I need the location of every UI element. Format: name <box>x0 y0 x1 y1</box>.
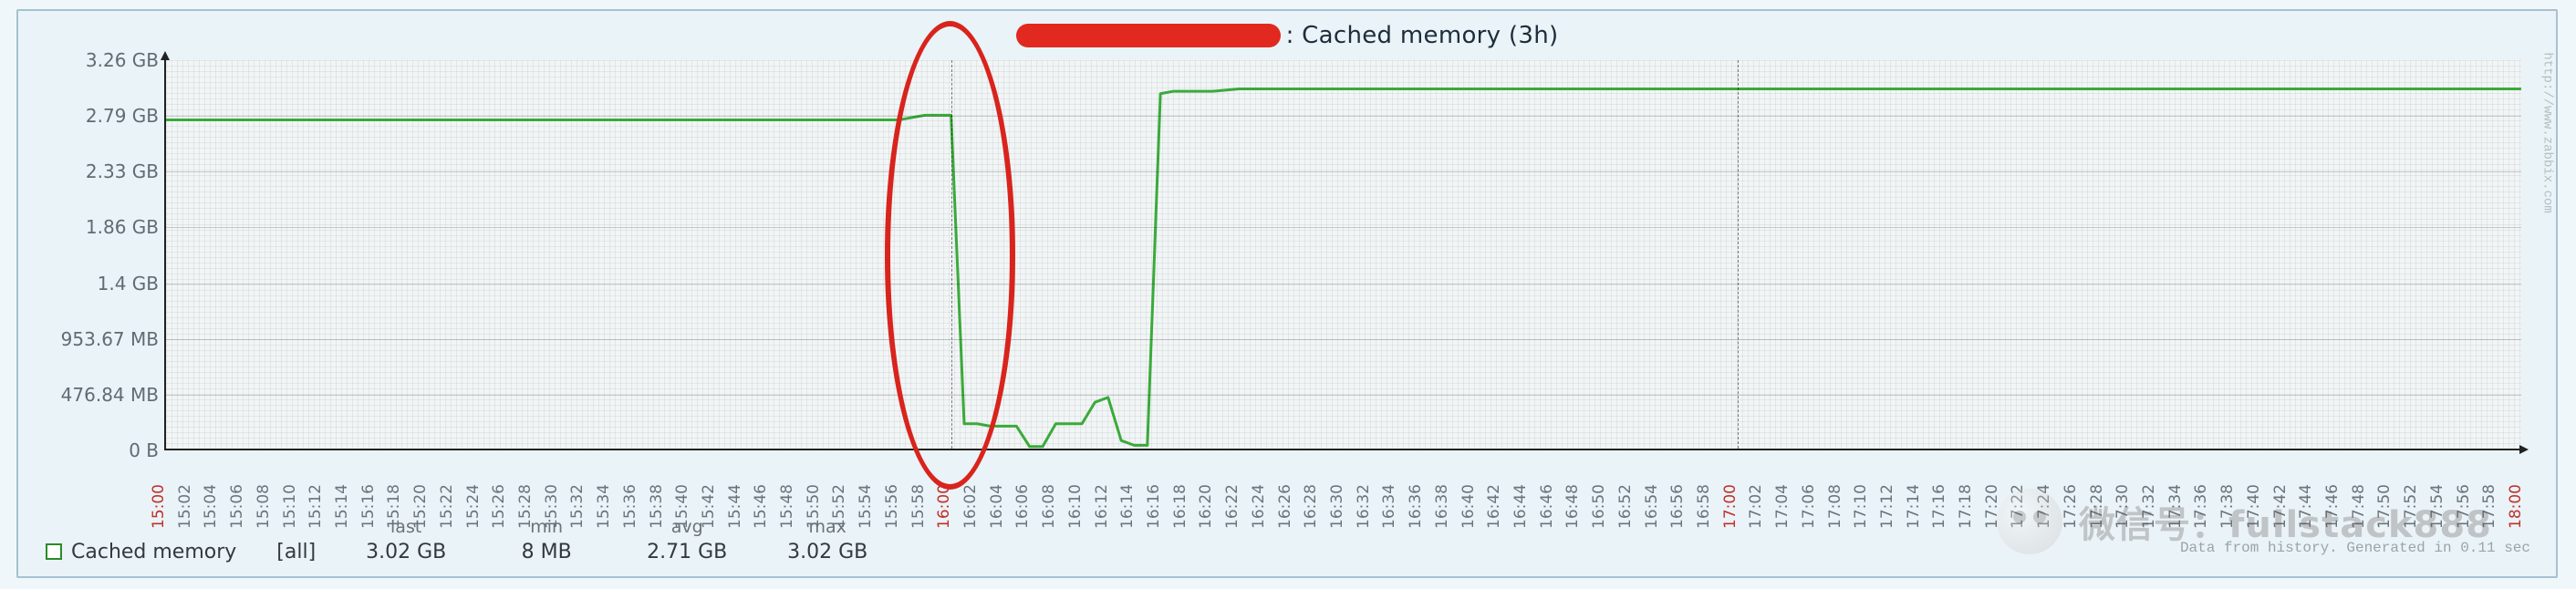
x-tick-label: 17:12 <box>1878 484 1896 529</box>
legend-scope: [all] <box>276 541 316 563</box>
x-tick-label: 18:00 <box>2507 484 2525 529</box>
x-tick-label: 17:58 <box>2480 484 2498 529</box>
y-axis-arrow-icon <box>161 51 170 60</box>
gridline-y <box>166 227 2521 228</box>
x-tick-label: 17:36 <box>2192 484 2210 529</box>
legend: Cached memory [all] last3.02 GB min8 MB … <box>46 517 878 563</box>
plot-area <box>164 60 2521 450</box>
x-tick-label: 16:42 <box>1485 484 1503 529</box>
x-tick-label: 17:04 <box>1773 484 1792 529</box>
gridline-hour <box>951 60 952 449</box>
x-tick-label: 16:24 <box>1250 484 1268 529</box>
x-tick-label: 16:34 <box>1380 484 1398 529</box>
x-tick-label: 16:20 <box>1197 484 1215 529</box>
x-tick-label: 17:40 <box>2245 484 2263 529</box>
x-tick-label: 16:12 <box>1093 484 1111 529</box>
x-tick-label: 16:02 <box>961 484 980 529</box>
x-tick-label: 16:56 <box>1668 484 1687 529</box>
x-tick-label: 16:22 <box>1223 484 1241 529</box>
legend-entry: Cached memory <box>46 541 236 563</box>
x-tick-label: 17:06 <box>1800 484 1818 529</box>
x-tick-label: 16:36 <box>1407 484 1425 529</box>
gridline-y <box>166 116 2521 117</box>
x-tick-label: 16:14 <box>1118 484 1137 529</box>
gridline-hour <box>1738 60 1739 449</box>
x-tick-label: 16:54 <box>1643 484 1661 529</box>
y-tick-label: 3.26 GB <box>31 49 159 71</box>
x-tick-label: 16:28 <box>1302 484 1320 529</box>
x-tick-label: 17:46 <box>2323 484 2342 529</box>
x-tick-label: 15:56 <box>883 484 901 529</box>
x-tick-label: 16:58 <box>1695 484 1713 529</box>
x-tick-label: 17:26 <box>2062 484 2080 529</box>
x-tick-label: 17:52 <box>2402 484 2420 529</box>
y-tick-label: 1.4 GB <box>31 273 159 294</box>
y-tick-label: 0 B <box>31 439 159 461</box>
chart-frame: : Cached memory (3h) 15:0015:0215:0415:0… <box>16 9 2558 578</box>
y-tick-label: 2.79 GB <box>31 105 159 127</box>
x-tick-label: 16:00 <box>935 484 953 529</box>
x-tick-label: 17:18 <box>1957 484 1975 529</box>
x-tick-label: 16:32 <box>1355 484 1373 529</box>
x-tick-label: 17:24 <box>2035 484 2053 529</box>
y-tick-label: 476.84 MB <box>31 384 159 406</box>
x-tick-label: 17:10 <box>1852 484 1870 529</box>
x-tick-label: 17:54 <box>2428 484 2446 529</box>
x-tick-label: 17:42 <box>2271 484 2290 529</box>
x-tick-label: 17:38 <box>2218 484 2237 529</box>
footer-note: Data from history. Generated in 0.11 sec <box>2180 540 2530 556</box>
x-tick-label: 17:56 <box>2455 484 2473 529</box>
x-tick-label: 16:30 <box>1328 484 1346 529</box>
y-tick-label: 1.86 GB <box>31 216 159 238</box>
x-tick-label: 16:50 <box>1590 484 1608 529</box>
redacted-hostname <box>1016 24 1281 47</box>
x-tick-label: 16:40 <box>1459 484 1478 529</box>
x-tick-label: 17:34 <box>2166 484 2185 529</box>
x-tick-label: 17:50 <box>2375 484 2394 529</box>
x-tick-label: 17:20 <box>1983 484 2001 529</box>
x-tick-label: 17:08 <box>1826 484 1844 529</box>
gridline-y <box>166 395 2521 396</box>
x-tick-label: 17:48 <box>2350 484 2368 529</box>
x-tick-label: 17:14 <box>1905 484 1923 529</box>
x-tick-label: 17:32 <box>2140 484 2158 529</box>
legend-name: Cached memory <box>71 541 236 563</box>
x-tick-label: 16:18 <box>1171 484 1189 529</box>
y-tick-label: 2.33 GB <box>31 160 159 182</box>
chart-title: : Cached memory (3h) <box>18 22 2556 49</box>
x-tick-label: 17:44 <box>2297 484 2315 529</box>
stat-avg: avg2.71 GB <box>637 517 737 563</box>
x-tick-label: 16:06 <box>1013 484 1032 529</box>
x-tick-label: 16:26 <box>1276 484 1294 529</box>
x-tick-label: 16:44 <box>1511 484 1530 529</box>
x-tick-label: 17:22 <box>2009 484 2027 529</box>
x-tick-label: 17:30 <box>2114 484 2132 529</box>
x-tick-label: 16:38 <box>1433 484 1451 529</box>
x-tick-label: 17:28 <box>2088 484 2106 529</box>
legend-swatch-icon <box>46 543 62 560</box>
gridline-y <box>166 339 2521 340</box>
x-tick-label: 17:16 <box>1930 484 1948 529</box>
x-tick-label: 15:58 <box>909 484 928 529</box>
x-tick-label: 17:02 <box>1747 484 1765 529</box>
x-tick-label: 16:46 <box>1538 484 1556 529</box>
x-tick-label: 16:16 <box>1145 484 1163 529</box>
x-tick-label: 16:48 <box>1563 484 1582 529</box>
stat-min: min8 MB <box>496 517 597 563</box>
title-text: : Cached memory (3h) <box>1286 22 1559 49</box>
stat-last: last3.02 GB <box>356 517 456 563</box>
line-series <box>166 60 2521 450</box>
x-tick-label: 16:08 <box>1040 484 1058 529</box>
x-tick-label: 17:00 <box>1721 484 1740 529</box>
x-tick-label: 16:04 <box>988 484 1006 529</box>
x-tick-label: 16:52 <box>1616 484 1635 529</box>
x-tick-label: 16:10 <box>1066 484 1085 529</box>
gridline-y <box>166 171 2521 172</box>
y-tick-label: 953.67 MB <box>31 328 159 350</box>
stat-max: max3.02 GB <box>777 517 878 563</box>
source-url: http://www.zabbix.com <box>2540 52 2554 212</box>
